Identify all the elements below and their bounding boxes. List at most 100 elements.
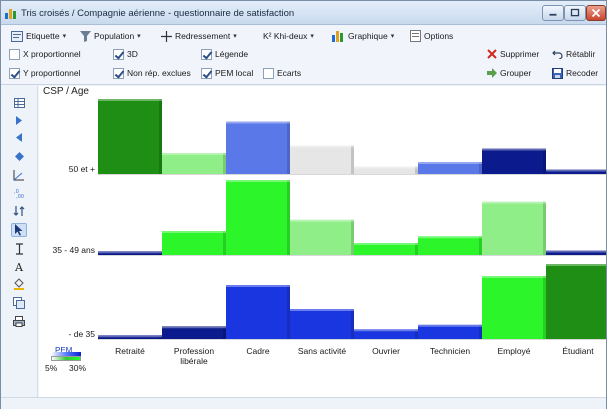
redressement-menu[interactable]: Redressement ▾ xyxy=(161,28,237,44)
bar-top xyxy=(98,99,162,101)
bar-1-7[interactable] xyxy=(546,250,606,256)
minimize-button[interactable] xyxy=(542,5,564,21)
non-rep-exclues-checkbox[interactable]: Non rép. exclues xyxy=(113,65,191,81)
window-title: Tris croisés / Compagnie aérienne - ques… xyxy=(21,8,295,19)
bar-0-4[interactable] xyxy=(354,166,418,175)
graphique-menu[interactable]: Graphique ▾ xyxy=(332,28,394,44)
weighting-icon xyxy=(161,30,172,42)
bar-2-0[interactable] xyxy=(98,335,162,339)
bar-top xyxy=(546,169,606,172)
bar-0-0[interactable] xyxy=(98,99,162,174)
maximize-button[interactable] xyxy=(564,5,586,21)
bar-2-1[interactable] xyxy=(162,326,226,339)
bar-edge xyxy=(287,121,290,174)
bar-0-2[interactable] xyxy=(226,121,290,175)
ecarts-checkbox[interactable]: Ecarts xyxy=(263,65,301,81)
etiquette-menu[interactable]: Etiquette ▾ xyxy=(11,28,66,44)
fill-bucket-icon[interactable] xyxy=(11,277,27,291)
font-icon[interactable]: A xyxy=(11,259,27,273)
bar-edge xyxy=(287,180,290,255)
legende-checkbox[interactable]: Légende xyxy=(201,46,248,62)
bar-0-5[interactable] xyxy=(418,162,482,174)
legende-label: Légende xyxy=(215,49,249,59)
filter-icon xyxy=(80,30,91,42)
bar-top xyxy=(290,309,354,311)
bar-edge xyxy=(159,99,162,174)
bar-edge xyxy=(351,145,354,174)
bar-2-5[interactable] xyxy=(418,324,482,339)
bar-1-0[interactable] xyxy=(98,251,162,255)
axis-angle-icon[interactable] xyxy=(11,168,27,182)
bar-2-2[interactable] xyxy=(226,285,290,339)
undo-arrow-icon xyxy=(552,50,563,59)
bar-fill xyxy=(226,121,290,174)
checkbox-box xyxy=(9,67,20,79)
bar-2-4[interactable] xyxy=(354,329,418,339)
tool-sidebar: ,0,00 A xyxy=(1,86,38,409)
pem-local-checkbox[interactable]: PEM local xyxy=(201,65,253,81)
table-icon[interactable] xyxy=(11,96,27,110)
bar-top xyxy=(418,162,482,164)
non-rep-exclues-label: Non rép. exclues xyxy=(127,68,191,78)
bar-top xyxy=(162,326,226,329)
grouper-button[interactable]: Grouper xyxy=(487,65,531,81)
bar-fill xyxy=(226,285,290,339)
supprimer-label: Supprimer xyxy=(500,49,540,59)
bar-1-1[interactable] xyxy=(162,231,226,255)
play-left-icon[interactable] xyxy=(11,130,27,144)
retablir-button[interactable]: Rétablir xyxy=(552,46,595,62)
pointer-icon[interactable] xyxy=(11,223,27,237)
chart-plot xyxy=(98,99,606,340)
close-button[interactable] xyxy=(586,5,606,21)
print-icon[interactable] xyxy=(11,314,27,328)
redressement-label: Redressement xyxy=(175,31,231,41)
bar-0-1[interactable] xyxy=(162,153,226,174)
bar-fill xyxy=(418,324,482,339)
bar-fill xyxy=(546,264,606,339)
bar-1-4[interactable] xyxy=(354,243,418,255)
bar-1-2[interactable] xyxy=(226,180,290,255)
copy-icon[interactable] xyxy=(11,296,27,310)
label-icon xyxy=(11,30,23,42)
diamond-icon[interactable] xyxy=(11,149,27,163)
khi-deux-menu[interactable]: K² Khi-deux ▾ xyxy=(263,28,314,44)
row-label: 35 - 49 ans xyxy=(52,245,95,255)
x-proportionnel-checkbox[interactable]: X proportionnel xyxy=(9,46,81,62)
bar-top xyxy=(546,250,606,253)
bar-top xyxy=(290,219,354,222)
bar-1-3[interactable] xyxy=(290,219,354,255)
bar-edge xyxy=(223,231,226,255)
sort-icon[interactable] xyxy=(11,204,27,218)
play-right-icon[interactable] xyxy=(11,113,27,127)
recoder-button[interactable]: Recoder xyxy=(552,65,598,81)
bar-fill xyxy=(290,145,354,174)
y-proportionnel-checkbox[interactable]: Y proportionnel xyxy=(9,65,81,81)
text-cursor-icon[interactable] xyxy=(11,242,27,256)
chevron-down-icon: ▾ xyxy=(390,33,395,40)
options-button[interactable]: Options xyxy=(410,28,453,44)
recoder-label: Recoder xyxy=(566,68,599,78)
bar-0-6[interactable] xyxy=(482,148,546,175)
bar-2-6[interactable] xyxy=(482,276,546,339)
checkbox-box xyxy=(113,48,124,60)
graphique-label: Graphique xyxy=(348,31,388,41)
bar-fill xyxy=(482,201,546,255)
status-strip xyxy=(1,397,606,409)
chevron-down-icon: ▾ xyxy=(233,33,237,40)
bar-0-7[interactable] xyxy=(546,169,606,175)
bar-2-3[interactable] xyxy=(290,309,354,339)
population-menu[interactable]: Population ▾ xyxy=(80,28,141,44)
population-label: Population xyxy=(94,31,135,41)
decimal-icon[interactable]: ,0,00 xyxy=(11,186,27,200)
pem-legend-green-scale xyxy=(51,356,81,361)
bar-1-5[interactable] xyxy=(418,236,482,255)
khi-deux-label: K² Khi-deux xyxy=(263,31,308,41)
3d-checkbox[interactable]: 3D xyxy=(113,46,138,62)
bar-0-3[interactable] xyxy=(290,145,354,175)
bar-2-7[interactable] xyxy=(546,264,606,339)
bar-top xyxy=(482,276,546,278)
group-arrow-icon xyxy=(487,68,497,78)
options-label: Options xyxy=(424,31,454,41)
supprimer-button[interactable]: Supprimer xyxy=(487,46,539,62)
bar-1-6[interactable] xyxy=(482,201,546,255)
